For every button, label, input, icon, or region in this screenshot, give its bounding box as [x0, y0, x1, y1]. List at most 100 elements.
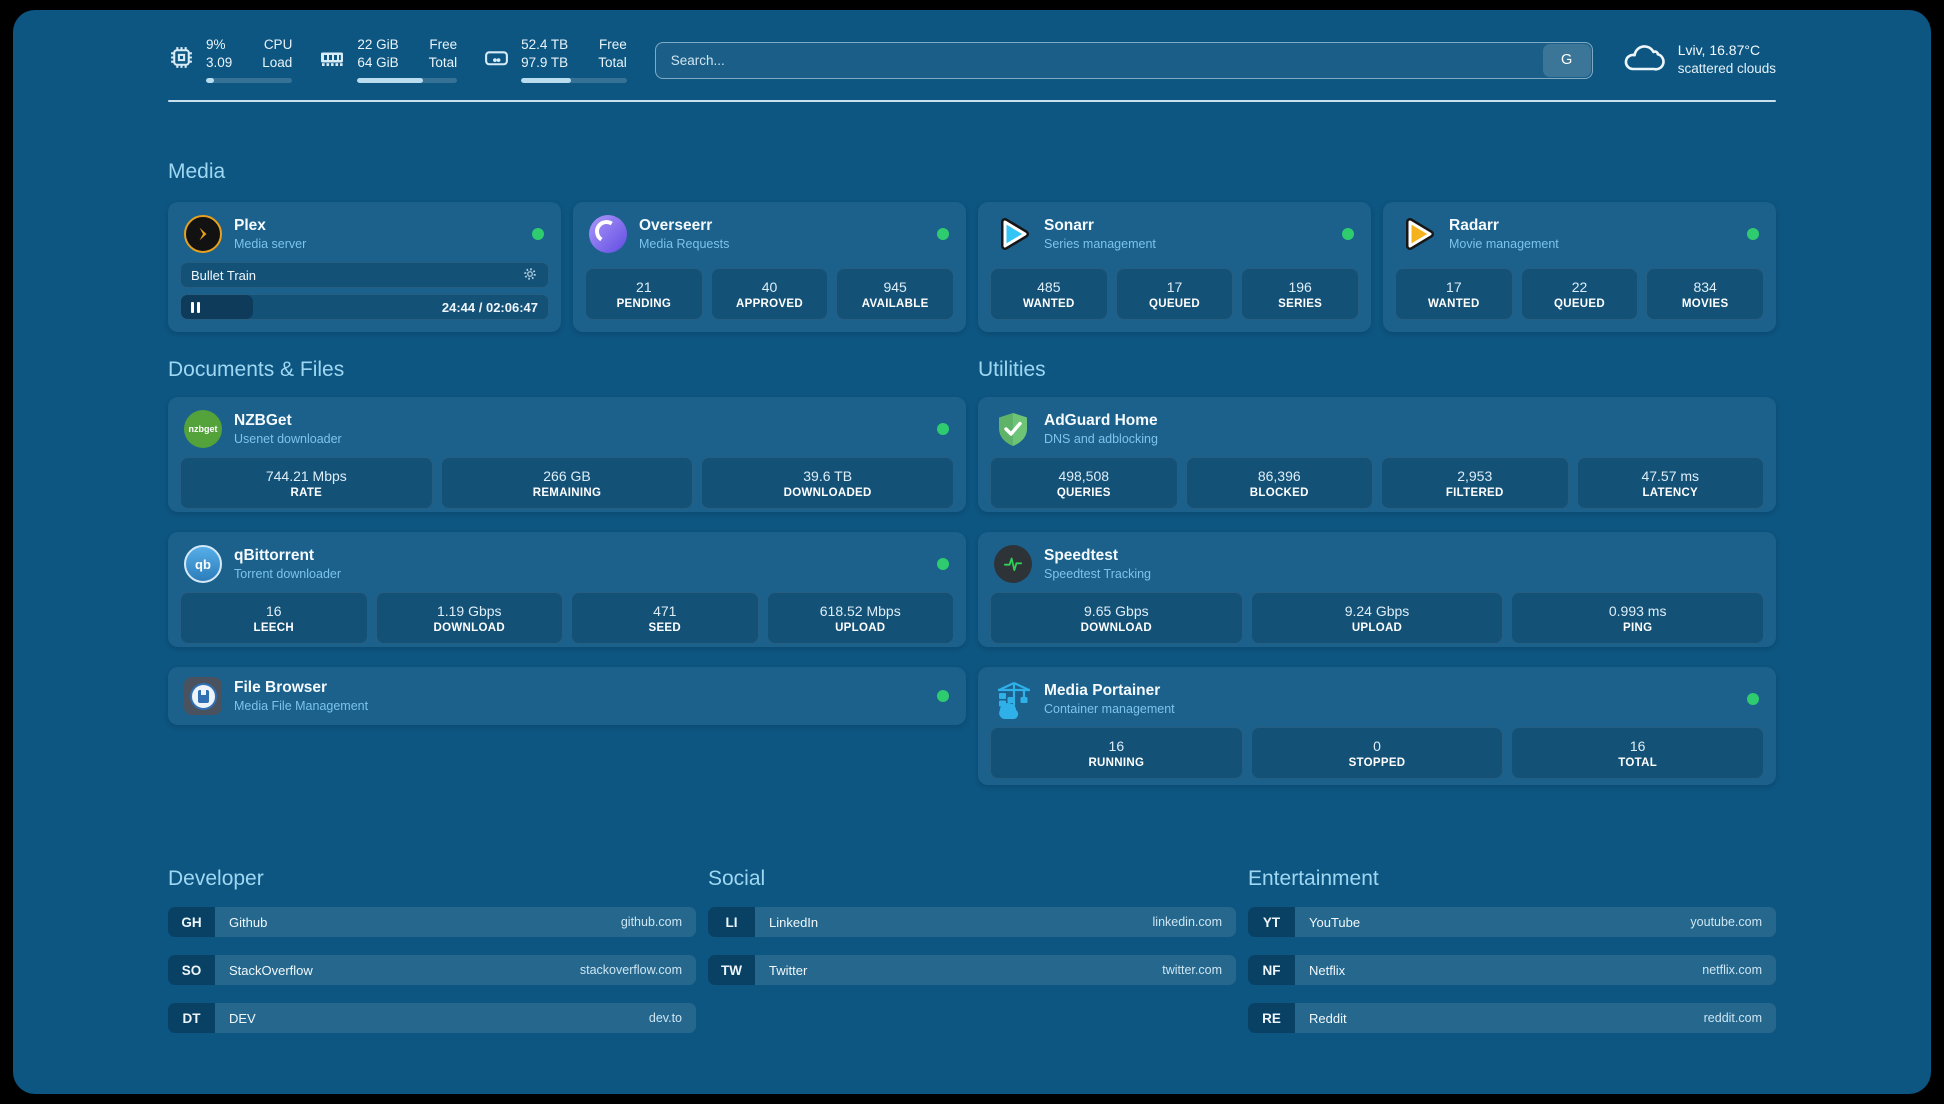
documents-column: Documents & Files nzbget NZBGet Usenet d… [168, 358, 966, 805]
app-name: Plex [234, 217, 306, 235]
speedtest-icon [994, 545, 1032, 583]
pause-icon[interactable] [191, 302, 200, 313]
stat-tile: 9.65 Gbps DOWNLOAD [990, 592, 1243, 644]
ram-total: 64 GiB [357, 55, 398, 72]
stat-tile: 21 PENDING [585, 268, 703, 320]
stat-tile: 945 AVAILABLE [836, 268, 954, 320]
app-card-overseerr[interactable]: Overseerr Media Requests 21 PENDING 40 A… [573, 202, 966, 332]
system-stats: 9% CPU 3.09 Load [168, 37, 627, 83]
stat-tile: 17 WANTED [1395, 268, 1513, 320]
entertainment-links: Entertainment YT YouTube youtube.com NF … [1248, 867, 1776, 1051]
stat-tile: 0.993 ms PING [1511, 592, 1764, 644]
overseerr-icon [589, 215, 627, 253]
section-title-developer: Developer [168, 867, 696, 891]
section-title-documents: Documents & Files [168, 358, 966, 382]
status-dot [1747, 693, 1759, 705]
app-card-radarr[interactable]: Radarr Movie management 17 WANTED 22 QUE… [1383, 202, 1776, 332]
search-bar: G [655, 42, 1593, 79]
app-card-qbittorrent[interactable]: qb qBittorrent Torrent downloader 16 LEE… [168, 532, 966, 647]
media-cards-row: Plex Media server Bullet Train [168, 202, 1776, 332]
link-github[interactable]: GH Github github.com [168, 907, 696, 937]
link-youtube[interactable]: YT YouTube youtube.com [1248, 907, 1776, 937]
app-card-nzbget[interactable]: nzbget NZBGet Usenet downloader 744.21 M… [168, 397, 966, 512]
app-card-portainer[interactable]: Media Portainer Container management 16 … [978, 667, 1776, 785]
filebrowser-icon [184, 677, 222, 715]
header-divider [168, 100, 1776, 102]
app-desc: Container management [1044, 702, 1175, 716]
app-desc: Torrent downloader [234, 567, 341, 581]
status-dot [1747, 228, 1759, 240]
stat-tile: 16 LEECH [180, 592, 368, 644]
stat-tile: 16 RUNNING [990, 727, 1243, 779]
app-card-filebrowser[interactable]: File Browser Media File Management [168, 667, 966, 725]
app-name: Radarr [1449, 217, 1559, 235]
app-card-speedtest[interactable]: Speedtest Speedtest Tracking 9.65 Gbps D… [978, 532, 1776, 647]
link-netflix[interactable]: NF Netflix netflix.com [1248, 955, 1776, 985]
link-twitter[interactable]: TW Twitter twitter.com [708, 955, 1236, 985]
disk-total: 97.9 TB [521, 55, 568, 72]
link-dev[interactable]: DT DEV dev.to [168, 1003, 696, 1033]
status-dot [937, 690, 949, 702]
portainer-icon [994, 680, 1032, 718]
status-dot [937, 423, 949, 435]
stat-tile: 498,508 QUERIES [990, 457, 1178, 509]
ram-progress [357, 78, 457, 83]
disk-label2: Total [598, 55, 627, 72]
stat-tile: 39.6 TB DOWNLOADED [701, 457, 954, 509]
top-bar: 9% CPU 3.09 Load [168, 34, 1776, 86]
adguard-icon [994, 410, 1032, 448]
qbittorrent-icon: qb [184, 545, 222, 583]
app-name: qBittorrent [234, 547, 341, 565]
weather-location-temp: Lviv, 16.87°C [1678, 41, 1776, 60]
stat-tile: 1.19 Gbps DOWNLOAD [376, 592, 564, 644]
stat-tile: 16 TOTAL [1511, 727, 1764, 779]
app-desc: Usenet downloader [234, 432, 342, 446]
utilities-column: Utilities AdGuard Home [978, 358, 1776, 805]
section-title-media: Media [168, 160, 1776, 184]
app-desc: Media File Management [234, 699, 368, 713]
section-title-entertainment: Entertainment [1248, 867, 1776, 891]
status-dot [1342, 228, 1354, 240]
app-card-plex[interactable]: Plex Media server Bullet Train [168, 202, 561, 332]
cpu-stat: 9% CPU 3.09 Load [168, 37, 292, 83]
app-name: Overseerr [639, 217, 729, 235]
media-player-bar[interactable]: 24:44 / 02:06:47 [180, 294, 549, 320]
cpu-label2: Load [262, 55, 292, 72]
cpu-load: 3.09 [206, 55, 232, 72]
sonarr-icon [994, 215, 1032, 253]
app-name: NZBGet [234, 412, 342, 430]
nzbget-icon: nzbget [184, 410, 222, 448]
ram-icon [318, 45, 346, 76]
playback-time: 24:44 / 02:06:47 [442, 300, 538, 315]
gear-icon[interactable] [522, 266, 538, 285]
disk-progress [521, 78, 627, 83]
dashboard-panel: 9% CPU 3.09 Load [13, 10, 1931, 1094]
search-engine-button[interactable]: G [1543, 44, 1591, 77]
stat-tile: 2,953 FILTERED [1381, 457, 1569, 509]
link-linkedin[interactable]: LI LinkedIn linkedin.com [708, 907, 1236, 937]
stat-tile: 22 QUEUED [1521, 268, 1639, 320]
stat-tile: 471 SEED [571, 592, 759, 644]
social-links: Social LI LinkedIn linkedin.com TW Twitt… [708, 867, 1236, 1051]
stat-tile: 17 QUEUED [1116, 268, 1234, 320]
ram-label2: Total [429, 55, 458, 72]
status-dot [937, 228, 949, 240]
app-desc: Movie management [1449, 237, 1559, 251]
status-dot [532, 228, 544, 240]
status-dot [937, 558, 949, 570]
cloud-icon [1621, 41, 1665, 80]
app-card-sonarr[interactable]: Sonarr Series management 485 WANTED 17 Q… [978, 202, 1371, 332]
weather-widget: Lviv, 16.87°C scattered clouds [1621, 41, 1776, 80]
plex-icon [184, 215, 222, 253]
ram-label1: Free [429, 37, 458, 54]
now-playing-row: Bullet Train [180, 262, 549, 288]
stat-tile: 485 WANTED [990, 268, 1108, 320]
stat-tile: 47.57 ms LATENCY [1577, 457, 1765, 509]
developer-links: Developer GH Github github.com SO StackO… [168, 867, 696, 1051]
radarr-icon [1399, 215, 1437, 253]
link-stackoverflow[interactable]: SO StackOverflow stackoverflow.com [168, 955, 696, 985]
cpu-icon [168, 44, 195, 76]
app-card-adguard[interactable]: AdGuard Home DNS and adblocking 498,508 … [978, 397, 1776, 512]
search-input[interactable] [656, 53, 1543, 68]
link-reddit[interactable]: RE Reddit reddit.com [1248, 1003, 1776, 1033]
